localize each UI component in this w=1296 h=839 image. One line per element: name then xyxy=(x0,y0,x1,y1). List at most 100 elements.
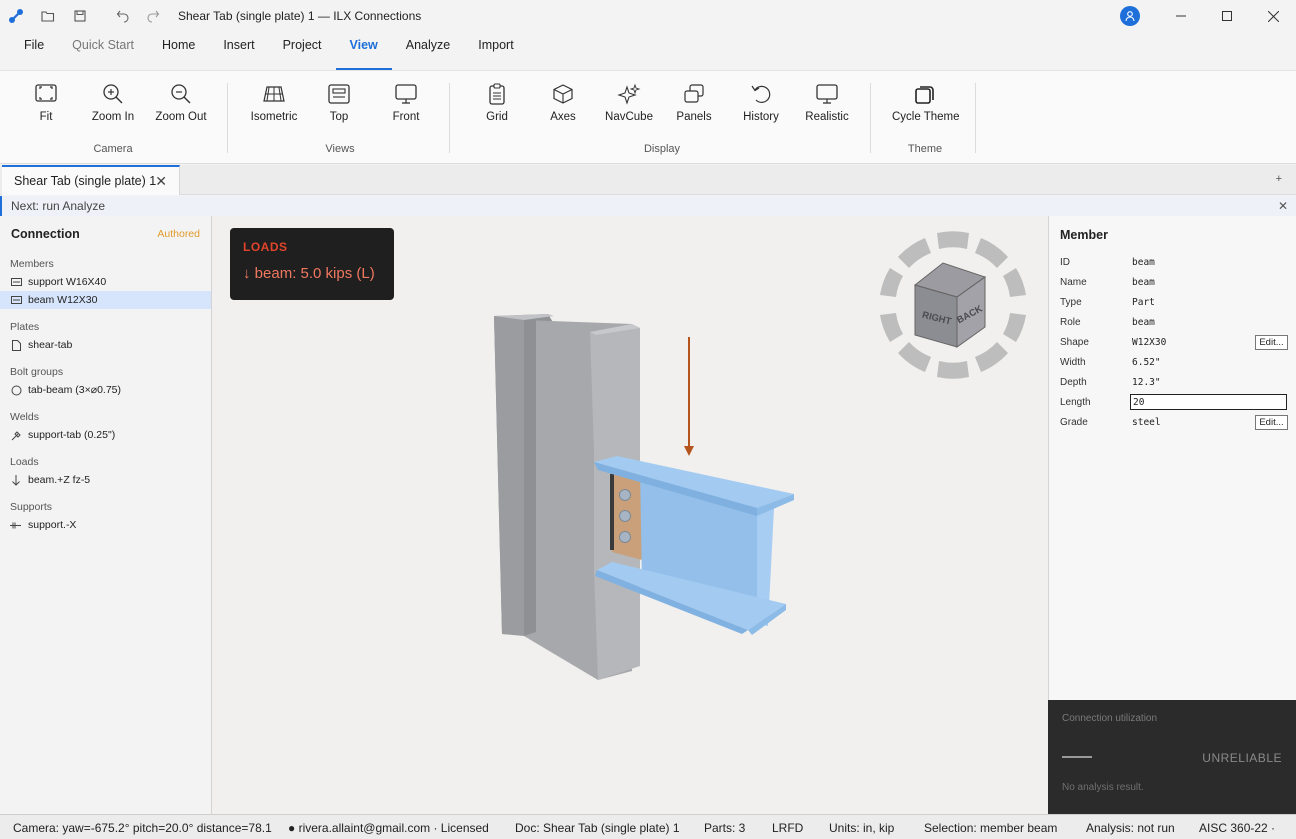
status-code: AISC 360-22 · xyxy=(1199,821,1276,835)
status-user[interactable]: ● rivera.allaint@gmail.com · Licensed xyxy=(288,821,489,835)
utilization-status: UNRELIABLE xyxy=(1202,751,1282,765)
display-group: Grid Axes NavCube Panels History Realist… xyxy=(464,79,860,159)
menu-insert[interactable]: Insert xyxy=(209,32,268,70)
welds-label: Welds xyxy=(10,411,39,423)
loads-label: Loads xyxy=(10,456,39,468)
edit-shape-button[interactable]: Edit... xyxy=(1255,334,1288,350)
status-selection: Selection: member beam xyxy=(924,821,1058,835)
arrow-down-icon xyxy=(10,474,22,486)
shear-tab-plate[interactable] xyxy=(610,474,642,560)
status-doc: Doc: Shear Tab (single plate) 1 xyxy=(515,821,680,835)
history-icon xyxy=(751,85,771,103)
ribbon: Fit Zoom In Zoom Out Camera Isometric To… xyxy=(0,70,1296,164)
realistic-button[interactable]: Realistic xyxy=(794,83,860,123)
redo-icon[interactable] xyxy=(138,0,170,32)
navcube[interactable]: RIGHT BACK xyxy=(880,231,1026,379)
load-arrow[interactable] xyxy=(684,337,694,456)
open-folder-icon[interactable] xyxy=(32,0,64,32)
close-window-icon[interactable] xyxy=(1250,0,1296,32)
camera-group-label: Camera xyxy=(93,143,133,155)
save-icon[interactable] xyxy=(64,0,96,32)
hint-bar: Next: run Analyze ✕ xyxy=(0,196,1296,216)
bolt-icon xyxy=(10,384,22,396)
menu-file[interactable]: File xyxy=(10,32,58,70)
window-title: Shear Tab (single plate) 1 — ILX Connect… xyxy=(178,9,422,23)
navcube-button[interactable]: NavCube xyxy=(596,83,662,123)
menu-bar: File Quick Start Home Insert Project Vie… xyxy=(0,32,1296,70)
tree-item-beam[interactable]: beam W12X30 xyxy=(0,291,211,309)
sparkles-icon xyxy=(617,83,641,105)
menu-view[interactable]: View xyxy=(335,32,393,70)
theme-group: Cycle Theme Theme xyxy=(880,79,970,159)
bolt-groups-label: Bolt groups xyxy=(10,366,64,378)
monitor-icon xyxy=(816,84,838,104)
undo-icon[interactable] xyxy=(106,0,138,32)
prop-row-name: Name beam xyxy=(1060,276,1155,288)
isometric-grid-icon xyxy=(263,86,285,102)
prop-row-id: ID beam xyxy=(1060,256,1155,268)
utilization-panel: Connection utilization UNRELIABLE No ana… xyxy=(1048,700,1296,814)
grid-button[interactable]: Grid xyxy=(464,83,530,123)
ribbon-divider xyxy=(227,83,228,153)
prop-row-width: Width 6.52" xyxy=(1060,356,1161,368)
isometric-button[interactable]: Isometric xyxy=(241,83,307,123)
tree-item-load-beam[interactable]: beam.+Z fz-5 xyxy=(0,471,211,489)
user-avatar-icon[interactable] xyxy=(1120,6,1140,26)
front-view-button[interactable]: Front xyxy=(373,83,439,123)
display-group-label: Display xyxy=(643,143,681,155)
cube-icon xyxy=(553,84,573,104)
ribbon-divider xyxy=(870,83,871,153)
scene-canvas[interactable]: RIGHT BACK xyxy=(212,216,1048,814)
loads-title: LOADS xyxy=(243,240,288,254)
menu-analyze[interactable]: Analyze xyxy=(392,32,464,70)
document-tab-bar: Shear Tab (single plate) 1 ✕ + xyxy=(0,165,1296,195)
3d-viewport[interactable]: RIGHT BACK LOADS ↓ beam: 5.0 kips (L) xyxy=(212,216,1048,814)
panels-button[interactable]: Panels xyxy=(661,83,727,123)
cycle-theme-button[interactable]: Cycle Theme xyxy=(892,83,960,123)
tree-item-support[interactable]: support W16X40 xyxy=(0,273,211,291)
theme-group-label: Theme xyxy=(907,143,943,155)
fit-button[interactable]: Fit xyxy=(13,83,79,123)
zoom-out-button[interactable]: Zoom Out xyxy=(148,83,214,123)
top-view-button[interactable]: Top xyxy=(306,83,372,123)
tree-item-shear-tab[interactable]: shear-tab xyxy=(0,336,211,354)
ribbon-divider xyxy=(975,83,976,153)
close-tab-icon[interactable]: ✕ xyxy=(155,173,167,190)
beam-section-icon xyxy=(10,294,22,306)
plates-label: Plates xyxy=(10,321,40,333)
weld-icon xyxy=(10,429,22,441)
front-view-icon xyxy=(395,84,417,104)
edit-grade-button[interactable]: Edit... xyxy=(1255,414,1288,430)
tree-item-tab-beam[interactable]: tab-beam (3×⌀0.75) xyxy=(0,381,211,399)
status-camera: Camera: yaw=-675.2° pitch=20.0° distance… xyxy=(13,821,272,835)
beam-section-icon xyxy=(10,276,22,288)
menu-project[interactable]: Project xyxy=(269,32,336,70)
hint-text: Next: run Analyze xyxy=(11,199,106,213)
minimize-icon[interactable] xyxy=(1158,0,1204,32)
loads-beam-line: ↓ beam: 5.0 kips (L) xyxy=(243,265,375,282)
title-bar: Shear Tab (single plate) 1 — ILX Connect… xyxy=(0,0,1296,32)
axes-button[interactable]: Axes xyxy=(530,83,596,123)
menu-home[interactable]: Home xyxy=(148,32,209,70)
dismiss-hint-icon[interactable]: ✕ xyxy=(1278,199,1288,213)
pin-support-icon xyxy=(10,519,22,531)
new-tab-icon[interactable]: + xyxy=(1276,173,1282,185)
camera-group: Fit Zoom In Zoom Out Camera xyxy=(12,79,214,159)
tree-item-support-tab[interactable]: support-tab (0.25") xyxy=(0,426,211,444)
menu-quick-start[interactable]: Quick Start xyxy=(58,32,148,70)
tree-item-support-x[interactable]: support.-X xyxy=(0,516,211,534)
maximize-icon[interactable] xyxy=(1204,0,1250,32)
utilization-dash xyxy=(1062,756,1092,758)
zoom-in-icon xyxy=(103,84,123,104)
prop-row-role: Role beam xyxy=(1060,316,1155,328)
connection-panel: Connection Authored Members support W16X… xyxy=(0,216,212,814)
zoom-out-icon xyxy=(171,84,191,104)
clipboard-icon xyxy=(489,83,505,105)
members-label: Members xyxy=(10,258,54,270)
length-input[interactable]: 20 xyxy=(1130,394,1287,410)
menu-import[interactable]: Import xyxy=(464,32,527,70)
zoom-in-button[interactable]: Zoom In xyxy=(80,83,146,123)
tab-shear-tab[interactable]: Shear Tab (single plate) 1 ✕ xyxy=(2,165,180,195)
history-button[interactable]: History xyxy=(728,83,794,123)
tab-label: Shear Tab (single plate) 1 xyxy=(14,174,157,188)
